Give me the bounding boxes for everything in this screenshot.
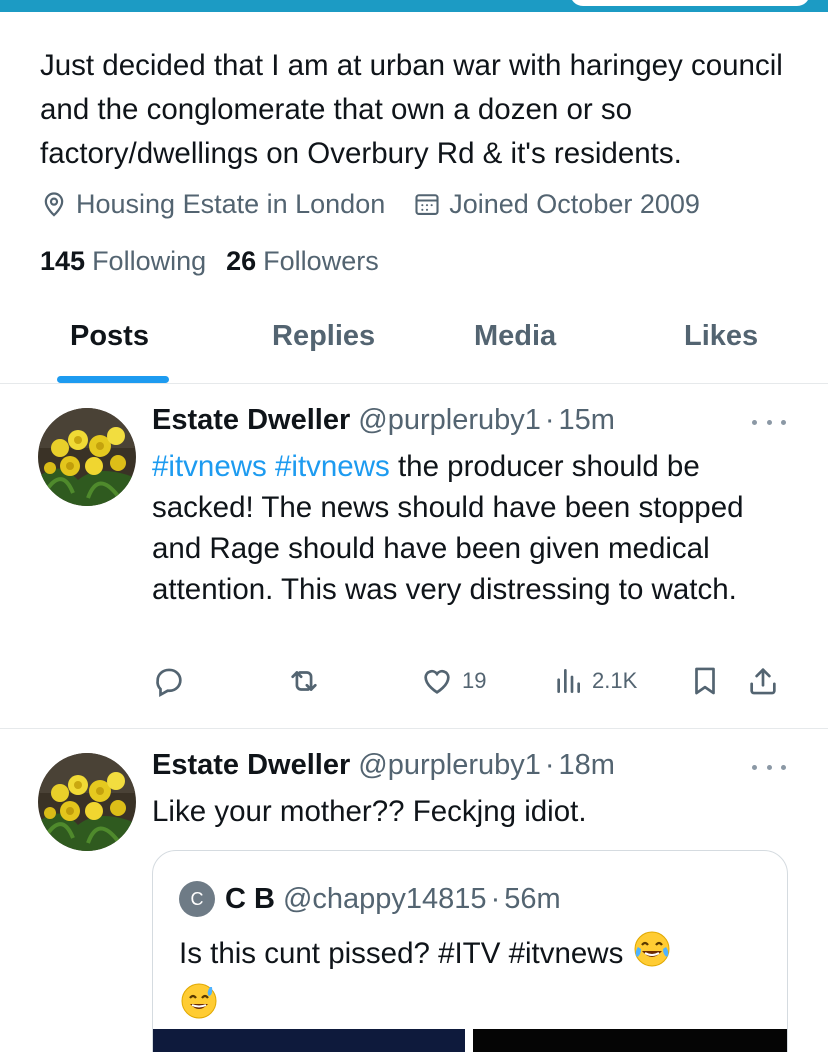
profile-tabs: Posts Replies Media Likes (0, 300, 828, 384)
avatar[interactable] (38, 753, 136, 851)
tab-likes[interactable]: Likes (684, 320, 758, 353)
like-count: 19 (462, 668, 487, 693)
profile-joined: Joined October 2009 (413, 189, 700, 220)
bookmark-button[interactable] (688, 664, 722, 698)
sweat-smile-emoji (179, 981, 219, 1033)
tab-posts[interactable]: Posts (70, 320, 149, 353)
reply-button[interactable] (152, 664, 186, 698)
bookmark-icon (695, 667, 715, 695)
post-header: Estate Dweller @purpleruby1 · 15m (152, 404, 615, 437)
like-icon (424, 669, 450, 694)
separator-dot: · (490, 882, 501, 915)
quote-media-image[interactable] (153, 1029, 465, 1052)
separator-dot: · (544, 404, 555, 436)
joined-text: Joined October 2009 (449, 188, 700, 219)
quote-author-name: C B (225, 882, 275, 915)
profile-meta: Housing Estate in London Joined October … (40, 186, 728, 222)
tab-replies[interactable]: Replies (272, 320, 375, 353)
tab-media[interactable]: Media (474, 320, 556, 353)
quote-media-image[interactable] (473, 1029, 787, 1052)
profile-location: Housing Estate in London (40, 189, 385, 220)
post-time[interactable]: 18m (559, 749, 615, 782)
like-button[interactable]: 19 (420, 664, 486, 698)
yellow-roses-avatar-image (38, 408, 136, 506)
views-count: 2.1K (592, 668, 638, 693)
following-label[interactable]: Following (92, 246, 206, 277)
author-handle[interactable]: @purpleruby1 (358, 404, 541, 437)
location-text: Housing Estate in London (76, 188, 386, 219)
laughing-tears-emoji (632, 929, 672, 981)
reply-icon (156, 668, 182, 698)
share-icon (750, 668, 776, 695)
post-actions: 19 2.1K (152, 664, 792, 708)
quoted-post[interactable]: C C B @chappy14815 · 56m Is this cunt pi… (152, 850, 788, 1052)
author-handle[interactable]: @purpleruby1 (358, 749, 541, 782)
author-name[interactable]: Estate Dweller (152, 749, 350, 782)
more-icon[interactable] (752, 760, 786, 774)
follow-stats: 145 Following 26 Followers (40, 246, 399, 277)
banner-pill (570, 0, 810, 6)
views-icon (557, 669, 580, 693)
quote-body: Is this cunt pissed? #ITV #itvnews (179, 936, 624, 970)
avatar[interactable] (38, 408, 136, 506)
profile-bio: Just decided that I am at urban war with… (40, 49, 783, 170)
quote-time: 56m (504, 882, 561, 915)
repost-icon (291, 671, 317, 691)
quote-header: C C B @chappy14815 · 56m (179, 881, 561, 917)
following-count[interactable]: 145 (40, 246, 85, 277)
post-header: Estate Dweller @purpleruby1 · 18m (152, 749, 615, 782)
quote-text: Is this cunt pissed? #ITV #itvnews (179, 929, 769, 1033)
active-tab-indicator (57, 376, 169, 383)
quote-author-handle: @chappy14815 (282, 882, 487, 915)
hashtag-link[interactable]: #itvnews (275, 450, 390, 483)
yellow-roses-avatar-image (38, 753, 136, 851)
repost-button[interactable] (286, 664, 322, 698)
hashtag-link[interactable]: #itvnews (152, 450, 267, 483)
views-button[interactable]: 2.1K (552, 664, 637, 698)
followers-count[interactable]: 26 (226, 246, 256, 277)
quote-avatar: C (179, 881, 215, 917)
post-text: Like your mother?? Feckjng idiot. (152, 795, 587, 828)
calendar-icon (415, 194, 439, 215)
post-text: #itvnews #itvnews the producer should be… (152, 446, 792, 610)
location-icon (44, 192, 64, 217)
followers-label[interactable]: Followers (263, 246, 379, 277)
separator-dot: · (544, 749, 555, 781)
share-button[interactable] (746, 664, 780, 698)
author-name[interactable]: Estate Dweller (152, 404, 350, 437)
post-time[interactable]: 15m (559, 404, 615, 437)
post-divider (0, 728, 828, 729)
more-icon[interactable] (752, 415, 786, 429)
